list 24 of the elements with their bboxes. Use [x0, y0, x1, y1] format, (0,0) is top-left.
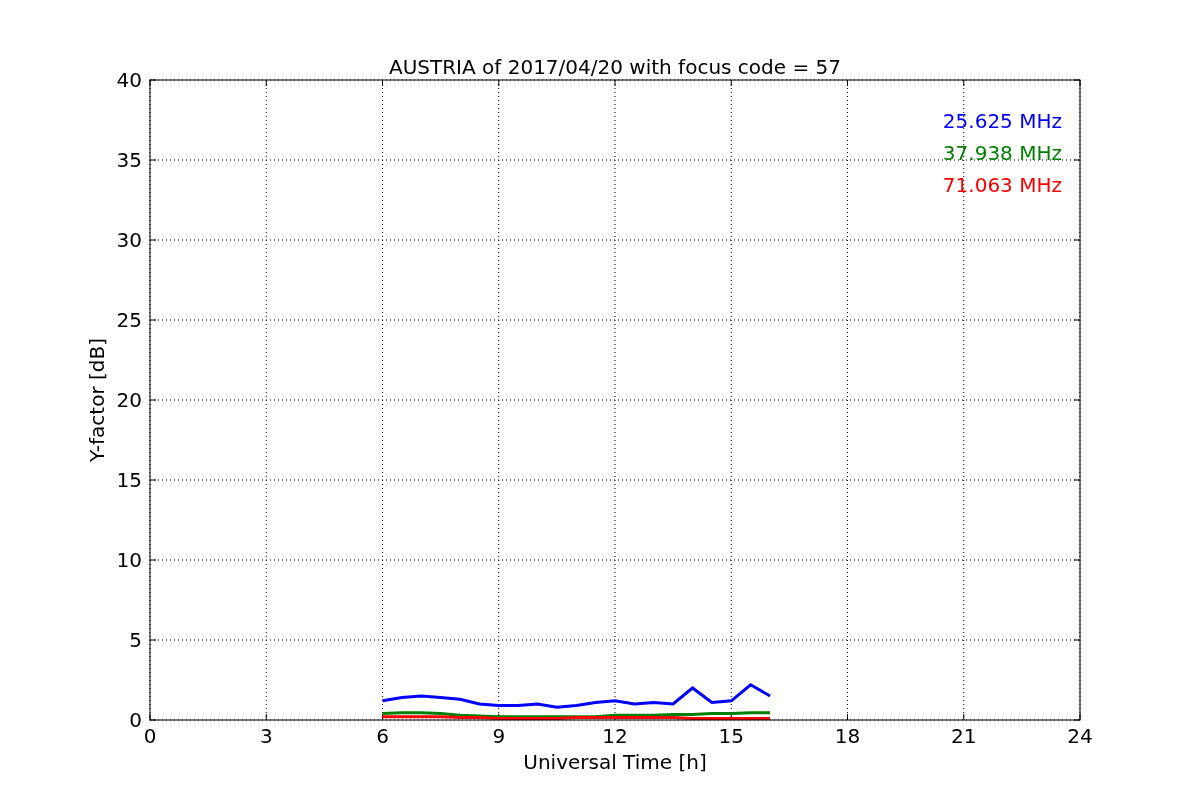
x-tick-label: 9	[492, 724, 506, 748]
legend-label: 71.063 MHz	[942, 173, 1062, 197]
y-tick-label: 15	[116, 468, 142, 492]
x-tick-label: 18	[834, 724, 861, 748]
y-tick-label: 20	[116, 388, 142, 412]
x-tick-label: 6	[376, 724, 389, 748]
x-tick-label: 15	[718, 724, 744, 748]
legend-label: 37.938 MHz	[942, 141, 1062, 165]
x-tick-label: 12	[602, 724, 628, 748]
chart-title: AUSTRIA of 2017/04/20 with focus code = 57	[389, 55, 841, 79]
y-tick-label: 40	[116, 68, 142, 92]
x-tick-label: 3	[259, 724, 273, 748]
x-tick-label: 21	[951, 724, 977, 748]
y-axis-label: Y-factor [dB]	[85, 338, 109, 462]
y-tick-label: 25	[116, 308, 142, 332]
y-tick-label: 10	[116, 548, 142, 572]
x-axis-label: Universal Time [h]	[523, 750, 707, 774]
x-tick-label: 24	[1067, 724, 1093, 748]
y-tick-label: 35	[116, 148, 142, 172]
y-tick-label: 0	[129, 708, 142, 732]
x-tick-label: 0	[143, 724, 157, 748]
y-tick-label: 30	[116, 228, 142, 252]
legend-label: 25.625 MHz	[942, 109, 1062, 133]
y-tick-label: 5	[129, 628, 142, 652]
